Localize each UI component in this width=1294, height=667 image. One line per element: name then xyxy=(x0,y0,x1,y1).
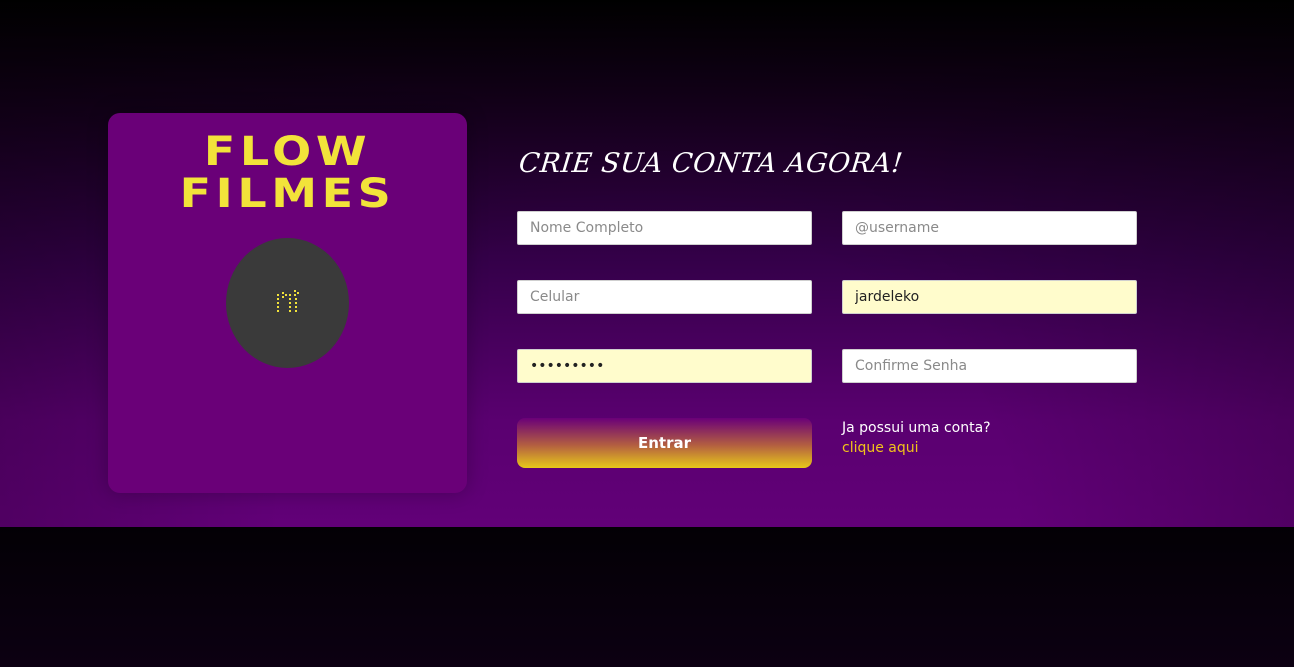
brand-logo: FLOW FILMES xyxy=(81,131,494,215)
password-input[interactable] xyxy=(517,349,812,383)
brand-card: FLOW FILMES xyxy=(108,113,467,493)
full-name-input[interactable] xyxy=(517,211,812,245)
avatar xyxy=(226,238,349,368)
form-title: CRIE SUA CONTA AGORA! xyxy=(517,148,905,179)
brand-line-2: FILMES xyxy=(179,171,396,217)
confirm-password-input[interactable] xyxy=(842,349,1137,383)
login-link[interactable]: clique aqui xyxy=(842,440,919,456)
film-reel-icon xyxy=(276,290,299,312)
brand-line-1: FLOW xyxy=(203,129,372,175)
background-bottom xyxy=(0,527,1294,667)
login-question: Ja possui uma conta? xyxy=(842,420,991,436)
phone-input[interactable] xyxy=(517,280,812,314)
page: FLOW FILMES CRIE SUA CONTA AGORA! Nome C… xyxy=(0,0,1294,667)
email-input[interactable] xyxy=(842,280,1137,314)
username-input[interactable] xyxy=(842,211,1137,245)
submit-button[interactable]: Entrar xyxy=(517,418,812,468)
